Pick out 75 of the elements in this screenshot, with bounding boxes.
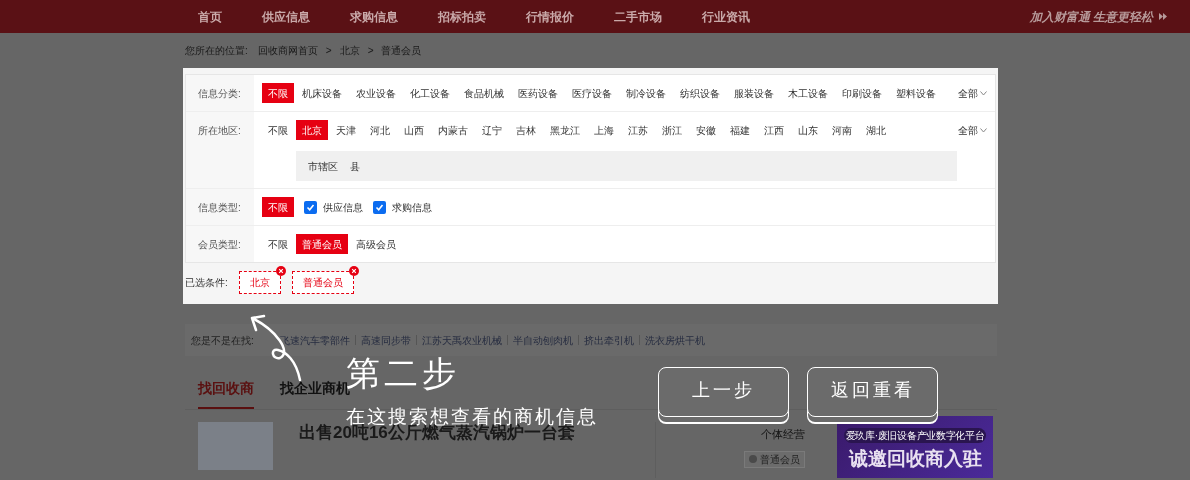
chevron-down-icon xyxy=(980,90,987,96)
filter-option[interactable]: 不限 xyxy=(262,234,294,254)
filter-option[interactable]: 吉林 xyxy=(510,120,542,140)
filter-option[interactable]: 食品机械 xyxy=(458,83,510,103)
slogan: 加入财富通 生意更轻松 xyxy=(1029,8,1153,26)
filter-label: 会员类型: xyxy=(198,239,241,250)
suggestion-label: 您是不是在找: xyxy=(191,333,254,348)
filter-option[interactable]: 福建 xyxy=(724,120,756,140)
nav-link[interactable]: 行情报价 xyxy=(526,7,574,26)
filter-option[interactable]: 浙江 xyxy=(656,120,688,140)
filter-option[interactable]: 天津 xyxy=(330,120,362,140)
sub-region-option[interactable]: 县 xyxy=(350,158,360,174)
checkmark-icon xyxy=(375,202,384,212)
ad-headline: 诚邀回收商入驻 xyxy=(848,447,982,471)
nav-link[interactable]: 供应信息 xyxy=(262,7,310,26)
checkbox[interactable] xyxy=(304,200,317,214)
nav-link[interactable]: 招标拍卖 xyxy=(438,7,486,26)
filter-option[interactable]: 上海 xyxy=(588,120,620,140)
filter-option[interactable]: 江苏 xyxy=(622,120,654,140)
ad-banner[interactable]: 爱玖库·废旧设备产业数字化平台 诚邀回收商入驻 xyxy=(837,416,993,478)
filter-option[interactable]: 江西 xyxy=(758,120,790,140)
filter-option[interactable]: 塑料设备 xyxy=(890,83,942,103)
member-icon xyxy=(749,455,757,463)
filter-option[interactable]: 河北 xyxy=(364,120,396,140)
filter-option[interactable]: 不限 xyxy=(262,120,294,140)
sub-region-option[interactable]: 市辖区 xyxy=(308,158,338,174)
business-type: 个体经营 xyxy=(761,427,805,442)
filter-option[interactable]: 印刷设备 xyxy=(836,83,888,103)
chevron-down-icon xyxy=(980,127,987,133)
filter-option[interactable]: 不限 xyxy=(262,197,294,217)
remove-icon[interactable] xyxy=(348,265,359,276)
filter-option[interactable]: 辽宁 xyxy=(476,120,508,140)
nav-link[interactable]: 首页 xyxy=(198,7,222,26)
filter-tag[interactable]: 普通会员 xyxy=(291,270,354,294)
filter-option[interactable]: 山东 xyxy=(792,120,824,140)
filter-option[interactable]: 化工设备 xyxy=(404,83,456,103)
breadcrumb-separator: > xyxy=(325,44,332,58)
checkbox-label: 求购信息 xyxy=(392,200,432,215)
filter-option[interactable]: 高级会员 xyxy=(350,234,402,254)
filter-option[interactable]: 医药设备 xyxy=(512,83,564,103)
filter-tag[interactable]: 北京 xyxy=(238,270,281,294)
filter-option[interactable]: 内蒙古 xyxy=(432,120,474,140)
member-badge: 普通会员 xyxy=(744,450,805,468)
filter-option[interactable]: 安徽 xyxy=(690,120,722,140)
filter-option[interactable]: 黑龙江 xyxy=(544,120,586,140)
nav-link[interactable]: 求购信息 xyxy=(350,7,398,26)
double-arrow-icon xyxy=(1159,13,1168,20)
filter-label: 信息类型: xyxy=(198,202,241,213)
filter-option[interactable]: 制冷设备 xyxy=(620,83,672,103)
checkbox[interactable] xyxy=(373,200,386,214)
selected-conditions-label: 已选条件: xyxy=(185,275,228,290)
filter-option[interactable]: 普通会员 xyxy=(296,234,348,254)
filter-label: 所在地区: xyxy=(198,125,241,136)
breadcrumb-separator: > xyxy=(367,44,374,58)
remove-icon[interactable] xyxy=(275,265,286,276)
filter-option[interactable]: 山西 xyxy=(398,120,430,140)
show-all-link[interactable]: 全部 xyxy=(958,85,987,101)
show-all-link[interactable]: 全部 xyxy=(958,122,987,138)
nav-link[interactable]: 行业资讯 xyxy=(702,7,750,26)
filter-option[interactable]: 不限 xyxy=(262,83,294,103)
filter-option[interactable]: 医疗设备 xyxy=(566,83,618,103)
filter-option[interactable]: 北京 xyxy=(296,120,328,140)
filter-option[interactable]: 河南 xyxy=(826,120,858,140)
filter-label: 信息分类: xyxy=(198,88,241,99)
checkmark-icon xyxy=(306,202,315,212)
filter-option[interactable]: 农业设备 xyxy=(350,83,402,103)
filter-option[interactable]: 服装设备 xyxy=(728,83,780,103)
filter-option[interactable]: 纺织设备 xyxy=(674,83,726,103)
filter-option[interactable]: 木工设备 xyxy=(782,83,834,103)
filter-option[interactable]: 机床设备 xyxy=(296,83,348,103)
breadcrumb-label: 您所在的位置: xyxy=(185,44,248,58)
nav-link[interactable]: 二手市场 xyxy=(614,7,662,26)
checkbox-label: 供应信息 xyxy=(323,200,363,215)
filter-option[interactable]: 湖北 xyxy=(860,120,892,140)
ad-tagline: 爱玖库·废旧设备产业数字化平台 xyxy=(843,428,987,443)
